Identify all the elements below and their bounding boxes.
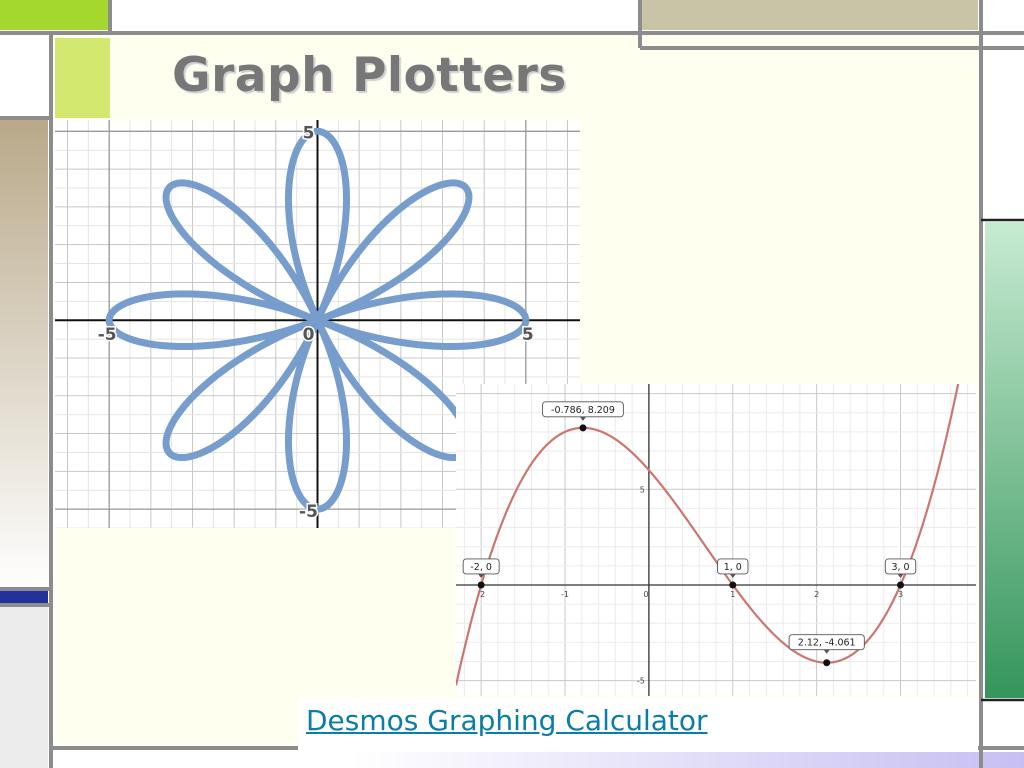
key-point [729,581,737,589]
point-label: 2.12, -4.061 [798,638,856,649]
tick-label-y-pos: 5 [303,123,315,143]
y-tick-label: -5 [637,677,645,686]
key-point [897,581,905,589]
tick-label-origin: 0 [303,325,315,345]
point-label: 3, 0 [891,562,909,573]
x-tick-label: -1 [561,590,569,599]
x-tick-label: 0 [643,590,648,599]
point-label: -0.786, 8.209 [551,405,615,416]
point-label: -2, 0 [470,562,492,573]
left-tan-bar [0,120,48,590]
left-navy-bar [0,590,48,604]
y-tick-label: 5 [640,485,645,494]
tick-label-y-neg: -5 [299,502,318,522]
key-point [823,659,831,667]
bottom-lilac-bar [352,752,1024,768]
desmos-link[interactable]: Desmos Graphing Calculator [306,704,708,737]
x-tick-label: 2 [814,590,819,599]
key-point [579,424,587,432]
slide-title: Graph Plotters [172,48,567,103]
tick-label-x-neg: -5 [98,325,117,345]
tick-label-x-pos: 5 [522,325,534,345]
x-tick-label: 1 [730,590,735,599]
key-point [477,581,485,589]
lime-accent-block [0,0,110,30]
left-gray-bar [0,606,48,768]
lime-side-block [55,38,110,118]
cubic-function-graph: -2 -1 0 1 2 35-5-2, 0-0.786, 8.2091, 0 3, 02.1… [456,384,976,696]
point-label: 1, 0 [724,562,742,573]
tan-accent-block [640,0,978,30]
right-green-bar [985,222,1024,698]
